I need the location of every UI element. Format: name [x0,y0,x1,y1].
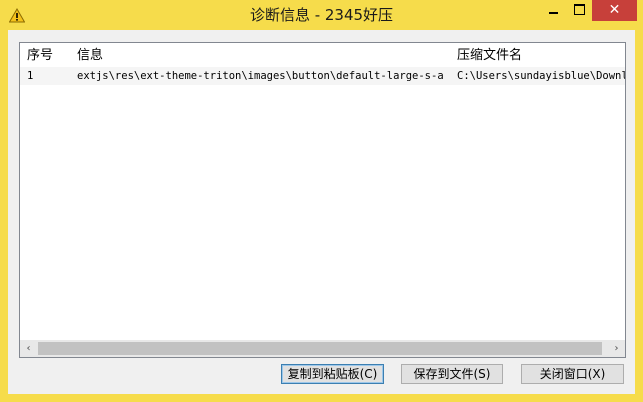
maximize-icon [574,4,585,15]
close-window-button[interactable]: ✕ [592,0,637,21]
minimize-icon [549,12,558,14]
list-header: 序号 信息 压缩文件名 [20,43,625,67]
minimize-button[interactable] [541,0,567,21]
maximize-button[interactable] [567,0,592,21]
column-header-info[interactable]: 信息 [77,43,103,69]
close-dialog-button[interactable]: 关闭窗口(X) [521,364,624,384]
table-row[interactable]: 1 extjs\res\ext-theme-triton\images\butt… [20,67,625,85]
scrollbar-thumb[interactable] [38,342,602,355]
dialog-client-area: 序号 信息 压缩文件名 1 extjs\res\ext-theme-triton… [8,30,635,394]
horizontal-scrollbar[interactable]: ‹ › [20,340,625,357]
row-index: 1 [27,70,34,82]
column-header-index[interactable]: 序号 [27,43,53,69]
diagnostics-list[interactable]: 序号 信息 压缩文件名 1 extjs\res\ext-theme-triton… [19,42,626,358]
row-info: extjs\res\ext-theme-triton\images\button… [77,70,445,82]
save-to-file-button[interactable]: 保存到文件(S) [401,364,503,384]
row-archive: C:\Users\sundayisblue\Downlo [457,70,625,82]
column-header-archive[interactable]: 压缩文件名 [457,43,522,69]
scroll-left-arrow-icon[interactable]: ‹ [20,340,37,357]
scroll-right-arrow-icon[interactable]: › [608,340,625,357]
close-icon: ✕ [608,2,621,18]
title-bar[interactable]: 诊断信息 - 2345好压 ✕ [0,0,643,30]
copy-to-clipboard-button[interactable]: 复制到粘贴板(C) [281,364,384,384]
